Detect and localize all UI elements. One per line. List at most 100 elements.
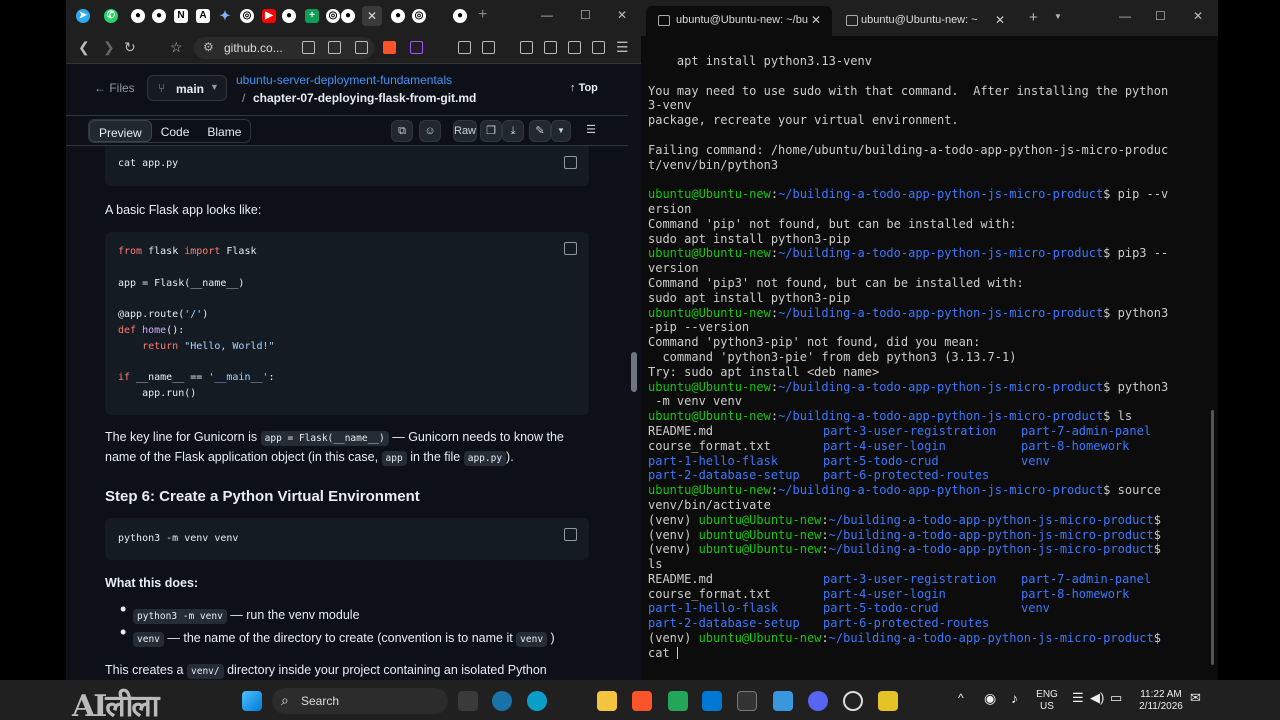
tray-overflow-icon[interactable]: ^: [958, 692, 964, 704]
install-icon[interactable]: [302, 41, 315, 54]
taskbar-search[interactable]: ⌕ Search: [272, 688, 448, 714]
minimize-button[interactable]: —: [1119, 9, 1131, 23]
code-token: '/': [184, 309, 203, 320]
inline-code: python3 -m venv: [133, 609, 227, 624]
wallet-icon[interactable]: [544, 41, 557, 54]
edit-menu-chevron-icon[interactable]: ▼: [551, 120, 571, 142]
tab-blame[interactable]: Blame: [198, 120, 250, 142]
sheets-icon[interactable]: +: [305, 9, 319, 23]
menu-icon[interactable]: ☰: [616, 40, 629, 54]
tab-preview[interactable]: Preview: [89, 120, 152, 142]
clock[interactable]: 11:22 AM 2/11/2026: [1135, 689, 1187, 713]
copy-icon[interactable]: [564, 242, 577, 255]
notion-icon[interactable]: N: [174, 9, 188, 23]
brave-shield-icon[interactable]: [383, 41, 396, 54]
active-tab-close-button[interactable]: ✕: [362, 6, 382, 26]
tab-code[interactable]: Code: [152, 120, 199, 142]
vscode-icon[interactable]: [702, 691, 722, 711]
app-icon[interactable]: [878, 691, 898, 711]
terminal-tab-2[interactable]: ubuntu@Ubuntu-new: ~ ✕: [834, 6, 1020, 36]
maximize-button[interactable]: ☐: [1155, 9, 1166, 23]
copy-icon[interactable]: [564, 528, 577, 541]
battery-icon[interactable]: ▭: [1110, 691, 1122, 704]
brave-icon[interactable]: [632, 691, 652, 711]
scrollbar-thumb[interactable]: [631, 352, 637, 392]
github-icon[interactable]: ●: [131, 9, 145, 23]
copilot-icon[interactable]: ☺: [419, 120, 441, 142]
brave-rewards-icon[interactable]: [410, 41, 423, 54]
back-icon[interactable]: ❮: [78, 40, 90, 54]
page-scrollbar[interactable]: [628, 64, 641, 680]
leo-ai-icon[interactable]: [568, 41, 581, 54]
app-icon[interactable]: A: [196, 9, 210, 23]
terminal-scrollbar[interactable]: [1211, 410, 1214, 665]
list-item: venv — the name of the directory to crea…: [133, 631, 555, 647]
vscode-insiders-icon[interactable]: [668, 691, 688, 711]
security-icon[interactable]: ◉: [984, 691, 996, 705]
date: 2/11/2026: [1139, 701, 1183, 712]
github-icon[interactable]: ●: [152, 9, 166, 23]
github-icon[interactable]: ●: [282, 9, 296, 23]
copy-raw-icon[interactable]: ❐: [480, 120, 502, 142]
browser-app-icon[interactable]: [492, 691, 512, 711]
dropdown-icon[interactable]: ▼: [1054, 12, 1062, 21]
terminal-tab-1[interactable]: ubuntu@Ubuntu-new: ~/bu ✕: [646, 6, 832, 36]
whatsapp-icon[interactable]: ✆: [104, 9, 118, 23]
network-icon[interactable]: ☰: [1072, 691, 1084, 704]
telegram-icon[interactable]: ➤: [76, 9, 90, 23]
close-tab-icon[interactable]: ✕: [811, 13, 821, 27]
discord-icon[interactable]: [808, 691, 828, 711]
screenshot-icon[interactable]: [482, 41, 495, 54]
start-icon[interactable]: [242, 691, 262, 711]
command-input[interactable]: cat: [648, 646, 677, 660]
sidebar-icon[interactable]: [520, 41, 533, 54]
youtube-icon[interactable]: ▶: [262, 9, 276, 23]
branch-selector[interactable]: ⑂ main ▼: [147, 75, 227, 101]
language-indicator[interactable]: ENG US: [1035, 689, 1059, 713]
repo-link[interactable]: ubuntu-server-deployment-fundamentals: [236, 73, 452, 87]
chatgpt-icon[interactable]: ◎: [326, 9, 340, 23]
notification-icon[interactable]: ✉: [1190, 691, 1201, 704]
vpn-icon[interactable]: [592, 41, 605, 54]
share-icon[interactable]: [355, 41, 368, 54]
microphone-icon[interactable]: ♪: [1011, 691, 1018, 705]
reload-icon[interactable]: ↻: [124, 40, 136, 54]
new-tab-button[interactable]: +: [478, 6, 487, 24]
bookmark-icon[interactable]: ☆: [170, 40, 183, 54]
forward-icon[interactable]: ❯: [103, 40, 115, 54]
site-settings-icon[interactable]: ⚙: [203, 40, 214, 54]
github-icon[interactable]: ●: [341, 9, 355, 23]
close-window-button[interactable]: ✕: [1193, 9, 1203, 23]
github-icon[interactable]: ●: [453, 9, 467, 23]
terminal-input-line[interactable]: cat: [648, 646, 1208, 661]
download-icon[interactable]: ⤓: [502, 120, 524, 142]
file-explorer-icon[interactable]: [597, 691, 617, 711]
symbols-icon[interactable]: ⧉: [391, 120, 413, 142]
github-icon[interactable]: ●: [391, 9, 405, 23]
extensions-icon[interactable]: [458, 41, 471, 54]
outline-icon[interactable]: ☰: [580, 120, 602, 142]
edit-icon[interactable]: ✎: [529, 120, 551, 142]
address-text[interactable]: github.co...: [224, 41, 283, 55]
terminal-output[interactable]: apt install python3.13-venv You may need…: [648, 54, 1208, 661]
edge-icon[interactable]: [527, 691, 547, 711]
terminal-app-icon[interactable]: [737, 691, 757, 711]
top-button[interactable]: ↑ Top: [570, 82, 598, 94]
address-bar[interactable]: ⚙ github.co...: [194, 37, 374, 59]
maximize-button[interactable]: ☐: [580, 8, 591, 22]
minimize-button[interactable]: —: [541, 8, 553, 22]
task-view-icon[interactable]: [458, 691, 478, 711]
obs-icon[interactable]: [843, 691, 863, 711]
new-tab-button[interactable]: +: [1029, 9, 1038, 26]
close-tab-icon[interactable]: ✕: [995, 13, 1005, 27]
gemini-icon[interactable]: ✦: [218, 9, 232, 23]
raw-button[interactable]: Raw: [453, 120, 477, 142]
chatgpt-icon[interactable]: ◎: [412, 9, 426, 23]
chatgpt-icon[interactable]: ◎: [240, 9, 254, 23]
volume-icon[interactable]: ◀): [1090, 691, 1104, 704]
files-button[interactable]: ← Files: [94, 81, 135, 95]
reader-icon[interactable]: [328, 41, 341, 54]
notepad-icon[interactable]: [773, 691, 793, 711]
copy-icon[interactable]: [564, 156, 577, 169]
close-window-button[interactable]: ✕: [617, 8, 627, 22]
